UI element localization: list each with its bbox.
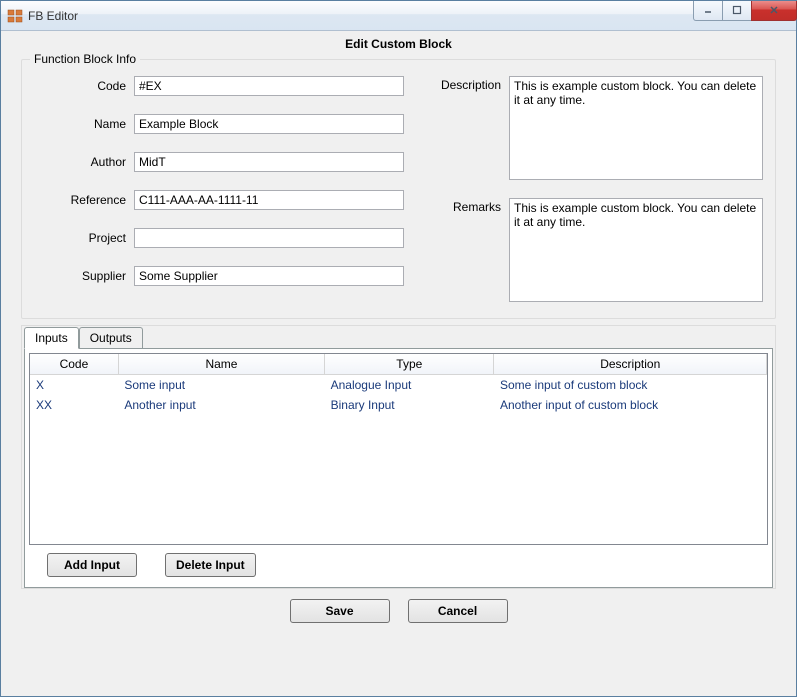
titlebar: FB Editor — [1, 1, 796, 31]
bottom-buttons: Save Cancel — [21, 599, 776, 623]
description-label: Description — [424, 76, 509, 180]
col-code[interactable]: Code — [30, 354, 118, 375]
name-input[interactable] — [134, 114, 404, 134]
supplier-input[interactable] — [134, 266, 404, 286]
col-description[interactable]: Description — [494, 354, 767, 375]
io-table[interactable]: Code Name Type Description X Some input … — [30, 354, 767, 415]
page-title: Edit Custom Block — [21, 37, 776, 51]
window-controls — [694, 1, 797, 21]
reference-input[interactable] — [134, 190, 404, 210]
project-label: Project — [34, 231, 134, 245]
group-legend: Function Block Info — [30, 52, 140, 66]
cell-description: Some input of custom block — [494, 375, 767, 396]
maximize-button[interactable] — [722, 1, 752, 21]
table-row[interactable]: XX Another input Binary Input Another in… — [30, 395, 767, 415]
delete-input-button[interactable]: Delete Input — [165, 553, 256, 577]
function-block-info-group: Function Block Info Code Name Author — [21, 59, 776, 319]
close-button[interactable] — [751, 1, 797, 21]
io-table-wrap: Code Name Type Description X Some input … — [29, 353, 768, 545]
cell-type: Binary Input — [325, 395, 494, 415]
table-row[interactable]: X Some input Analogue Input Some input o… — [30, 375, 767, 396]
col-type[interactable]: Type — [325, 354, 494, 375]
author-label: Author — [34, 155, 134, 169]
add-input-button[interactable]: Add Input — [47, 553, 137, 577]
code-label: Code — [34, 79, 134, 93]
window-title: FB Editor — [28, 9, 694, 23]
col-name[interactable]: Name — [118, 354, 324, 375]
client-area: Edit Custom Block Function Block Info Co… — [1, 31, 796, 696]
tab-inputs[interactable]: Inputs — [24, 327, 79, 349]
cell-code: XX — [30, 395, 118, 415]
remarks-label: Remarks — [424, 198, 509, 302]
cell-code: X — [30, 375, 118, 396]
cell-name: Some input — [118, 375, 324, 396]
author-input[interactable] — [134, 152, 404, 172]
project-input[interactable] — [134, 228, 404, 248]
io-section: Inputs Outputs Code — [21, 325, 776, 589]
minimize-button[interactable] — [693, 1, 723, 21]
description-input[interactable] — [509, 76, 763, 180]
window: FB Editor Edit Custom Block Function Blo… — [0, 0, 797, 697]
cell-name: Another input — [118, 395, 324, 415]
cancel-button[interactable]: Cancel — [408, 599, 508, 623]
app-icon — [7, 8, 23, 24]
save-button[interactable]: Save — [290, 599, 390, 623]
supplier-label: Supplier — [34, 269, 134, 283]
reference-label: Reference — [34, 193, 134, 207]
remarks-input[interactable] — [509, 198, 763, 302]
name-label: Name — [34, 117, 134, 131]
code-input[interactable] — [134, 76, 404, 96]
tab-outputs[interactable]: Outputs — [79, 327, 143, 348]
cell-description: Another input of custom block — [494, 395, 767, 415]
tab-body: Code Name Type Description X Some input … — [24, 348, 773, 588]
cell-type: Analogue Input — [325, 375, 494, 396]
tab-strip: Inputs Outputs — [22, 325, 775, 348]
